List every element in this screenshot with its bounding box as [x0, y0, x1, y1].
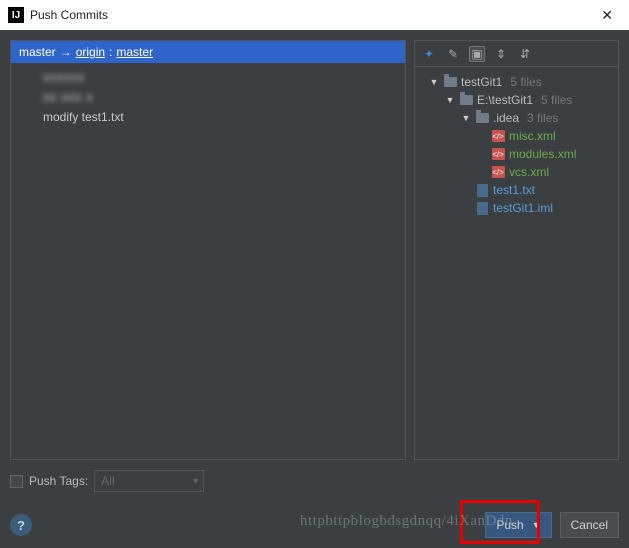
commits-pane: master → origin : master xxxxxx xx xxx x…: [10, 40, 406, 460]
titlebar: IJ Push Commits ✕: [0, 0, 629, 30]
commit-item[interactable]: modify test1.txt: [11, 107, 405, 127]
expand-icon[interactable]: ⇕: [493, 46, 509, 62]
folder-icon: [460, 95, 473, 105]
file-tree: ▼ testGit1 5 files ▼ E:\testGit1 5 files…: [415, 67, 618, 459]
arrow-icon: →: [60, 45, 72, 59]
text-file-icon: [477, 184, 488, 197]
commit-list: xxxxxx xx xxx x modify test1.txt: [11, 63, 405, 459]
remote-branch[interactable]: master: [116, 45, 153, 59]
edit-icon[interactable]: ✎: [445, 46, 461, 62]
local-branch: master: [19, 45, 56, 59]
dialog-content: master → origin : master xxxxxx xx xxx x…: [0, 30, 629, 548]
commit-item[interactable]: xx xxx x: [11, 87, 405, 107]
push-button[interactable]: Push ▼: [485, 512, 551, 538]
folder-icon: [444, 77, 457, 87]
tree-file[interactable]: </> misc.xml: [419, 127, 614, 145]
tree-file[interactable]: </> vcs.xml: [419, 163, 614, 181]
chevron-down-icon[interactable]: ▼: [461, 113, 471, 123]
xml-file-icon: </>: [492, 166, 505, 178]
push-tags-row: Push Tags: All: [10, 470, 619, 492]
chevron-down-icon[interactable]: ▼: [429, 77, 439, 87]
files-pane: ✦ ✎ ▣ ⇕ ⇵ ▼ testGit1 5 files ▼ E:\testGi…: [414, 40, 619, 460]
files-toolbar: ✦ ✎ ▣ ⇕ ⇵: [415, 41, 618, 67]
xml-file-icon: </>: [492, 148, 505, 160]
iml-file-icon: [477, 202, 488, 215]
folder-icon: [476, 113, 489, 123]
app-icon: IJ: [8, 7, 24, 23]
cancel-button[interactable]: Cancel: [560, 512, 619, 538]
tree-file[interactable]: testGit1.iml: [419, 199, 614, 217]
tree-folder[interactable]: ▼ E:\testGit1 5 files: [419, 91, 614, 109]
chevron-down-icon[interactable]: ▼: [532, 520, 541, 530]
push-tags-checkbox[interactable]: [10, 475, 23, 488]
tree-folder[interactable]: ▼ .idea 3 files: [419, 109, 614, 127]
close-icon[interactable]: ✕: [593, 5, 621, 26]
bottom-row: ? Push ▼ Cancel: [10, 508, 619, 538]
remote-name[interactable]: origin: [76, 45, 105, 59]
tree-file[interactable]: test1.txt: [419, 181, 614, 199]
branch-bar[interactable]: master → origin : master: [11, 41, 405, 63]
collapse-icon[interactable]: ⇵: [517, 46, 533, 62]
push-tags-combo[interactable]: All: [94, 470, 204, 492]
pin-icon[interactable]: ✦: [421, 46, 437, 62]
window-title: Push Commits: [30, 8, 593, 22]
group-icon[interactable]: ▣: [469, 46, 485, 62]
push-tags-label: Push Tags:: [29, 474, 88, 488]
tree-file[interactable]: </> modules.xml: [419, 145, 614, 163]
help-icon[interactable]: ?: [10, 514, 32, 536]
tree-root[interactable]: ▼ testGit1 5 files: [419, 73, 614, 91]
xml-file-icon: </>: [492, 130, 505, 142]
commit-item[interactable]: xxxxxx: [11, 67, 405, 87]
chevron-down-icon[interactable]: ▼: [445, 95, 455, 105]
